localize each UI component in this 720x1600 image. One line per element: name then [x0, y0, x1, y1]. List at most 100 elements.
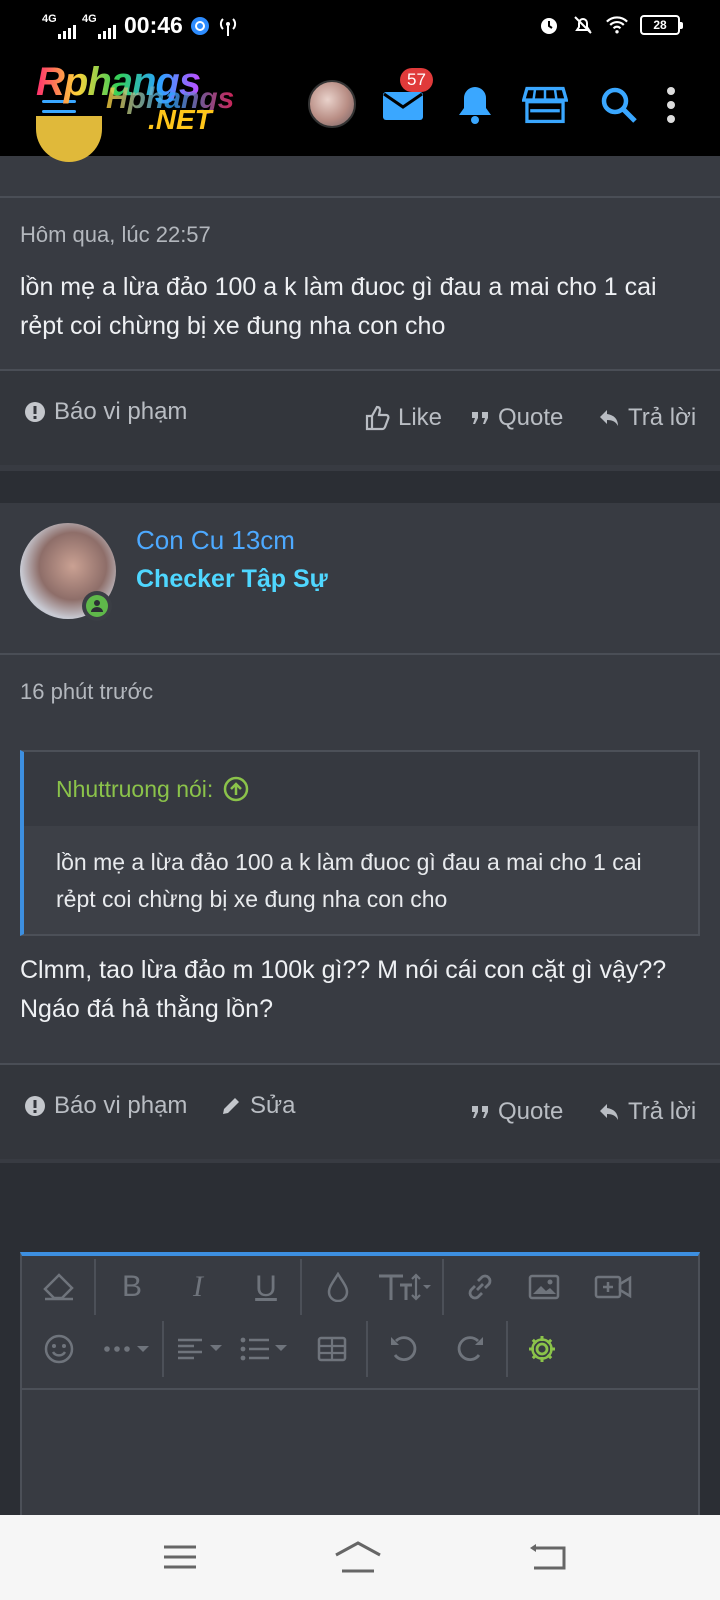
reply-button[interactable]: Trả lời [598, 1065, 696, 1159]
post-actions: Báo vi phạm Like Quote Trả lời [0, 371, 720, 465]
post-timestamp[interactable]: Hôm qua, lúc 22:57 [20, 222, 211, 248]
edit-button[interactable]: Sửa [220, 1059, 295, 1153]
home-button[interactable] [334, 1537, 382, 1577]
like-button[interactable]: Like [364, 371, 442, 465]
mute-icon [572, 14, 594, 36]
quote-button[interactable]: Quote [470, 371, 563, 465]
menu-lines-icon [164, 1545, 196, 1569]
clear-format-button[interactable] [36, 1256, 82, 1318]
signal-icon: 4G [42, 13, 76, 39]
insert-video-button[interactable] [588, 1256, 638, 1318]
undo-icon [391, 1336, 417, 1361]
pencil-icon [223, 1098, 239, 1114]
align-button[interactable] [174, 1318, 230, 1380]
user-avatar[interactable] [308, 80, 356, 128]
font-size-button[interactable] [374, 1256, 434, 1318]
network-type-2: 4G [82, 12, 97, 25]
reply-editor: B I U [20, 1252, 700, 1532]
droplet-icon [327, 1272, 349, 1302]
quote-icon [472, 1106, 488, 1118]
image-icon [528, 1274, 560, 1300]
quote-block: Nhuttruong nói: lồn mẹ a lừa đảo 100 a k… [20, 750, 700, 936]
quote-content: lồn mẹ a lừa đảo 100 a k làm đuoc gì đau… [56, 849, 642, 912]
report-button[interactable]: Báo vi phạm [24, 1059, 187, 1153]
reply-label: Trả lời [628, 404, 697, 431]
post-timestamp[interactable]: 16 phút trước [20, 679, 153, 705]
message-badge: 57 [400, 68, 433, 92]
gear-icon [529, 1336, 555, 1362]
report-button[interactable]: Báo vi phạm [24, 365, 187, 459]
search-icon [601, 87, 637, 123]
quote-header[interactable]: Nhuttruong nói: [24, 752, 698, 826]
underline-button[interactable]: U [244, 1256, 288, 1318]
text-size-icon [379, 1273, 431, 1301]
avatar [36, 116, 102, 162]
insert-image-button[interactable] [522, 1256, 566, 1318]
reply-icon [600, 1104, 618, 1120]
quote-icon [472, 412, 488, 424]
underline-icon: U [255, 1270, 277, 1303]
smile-icon [44, 1334, 74, 1364]
insert-table-button[interactable] [310, 1318, 354, 1380]
clock: 00:46 [124, 12, 183, 38]
link-icon [468, 1274, 492, 1300]
vpn-icon [189, 15, 211, 37]
editor-settings-button[interactable] [520, 1318, 564, 1380]
battery-icon: 28 [640, 15, 683, 35]
quote-author[interactable]: Nhuttruong nói: [56, 776, 213, 803]
eraser-icon [43, 1273, 74, 1301]
notifications-button[interactable] [452, 82, 498, 128]
bell-icon [459, 87, 491, 124]
back-button[interactable] [524, 1537, 572, 1577]
thumbs-up-icon [365, 405, 390, 431]
home-icon [335, 1541, 381, 1573]
signal-icon: 4G [82, 13, 116, 39]
redo-button[interactable] [448, 1318, 492, 1380]
editor-toolbar [22, 1318, 698, 1380]
quote-label: Quote [498, 404, 564, 431]
reply-button[interactable]: Trả lời [598, 371, 696, 465]
editor-text-area[interactable] [22, 1390, 698, 1532]
undo-button[interactable] [382, 1318, 426, 1380]
online-status-icon [82, 591, 112, 621]
back-icon [530, 1544, 566, 1570]
inbox-button[interactable]: 57 [380, 68, 433, 128]
store-button[interactable] [522, 82, 568, 128]
bold-button[interactable]: B [110, 1256, 154, 1318]
table-icon [317, 1336, 347, 1362]
more-horizontal-icon [104, 1346, 149, 1352]
align-left-icon [178, 1338, 222, 1360]
post-body: Clmm, tao lừa đảo m 100k gì?? M nói cái … [20, 956, 667, 1023]
reply-icon [600, 410, 618, 426]
status-bar: 4G 4G 00:46 28 [0, 0, 720, 54]
app-header: Rphangs Hphangs .NET 57 [0, 54, 720, 156]
recent-apps-button[interactable] [156, 1537, 204, 1577]
search-button[interactable] [596, 82, 642, 128]
username[interactable]: Con Cu 13cm [136, 525, 295, 556]
report-label: Báo vi phạm [54, 398, 188, 425]
wifi-icon [606, 14, 628, 36]
more-vertical-icon [667, 87, 675, 123]
video-plus-icon [594, 1275, 632, 1299]
more-menu-button[interactable] [656, 82, 686, 128]
arrow-up-circle-icon [224, 776, 249, 802]
redo-icon [457, 1336, 483, 1361]
italic-button[interactable]: I [176, 1256, 220, 1318]
envelope-icon [383, 92, 423, 120]
quote-label: Quote [498, 1098, 564, 1125]
quote-button[interactable]: Quote [470, 1065, 563, 1159]
like-label: Like [398, 404, 443, 431]
network-type-1: 4G [42, 12, 57, 25]
list-button[interactable] [238, 1318, 294, 1380]
alert-icon [25, 402, 45, 422]
edit-label: Sửa [250, 1092, 296, 1119]
more-options-button[interactable] [98, 1318, 158, 1380]
user-title: Checker Tập Sự [136, 565, 328, 593]
insert-emoji-button[interactable] [36, 1318, 82, 1380]
insert-link-button[interactable] [458, 1256, 502, 1318]
reply-label: Trả lời [628, 1098, 697, 1125]
text-color-button[interactable] [316, 1256, 360, 1318]
list-icon [240, 1337, 287, 1361]
bold-icon: B [121, 1270, 142, 1303]
post-card: Hôm qua, lúc 22:57 lồn mẹ a lừa đảo 100 … [0, 116, 720, 471]
